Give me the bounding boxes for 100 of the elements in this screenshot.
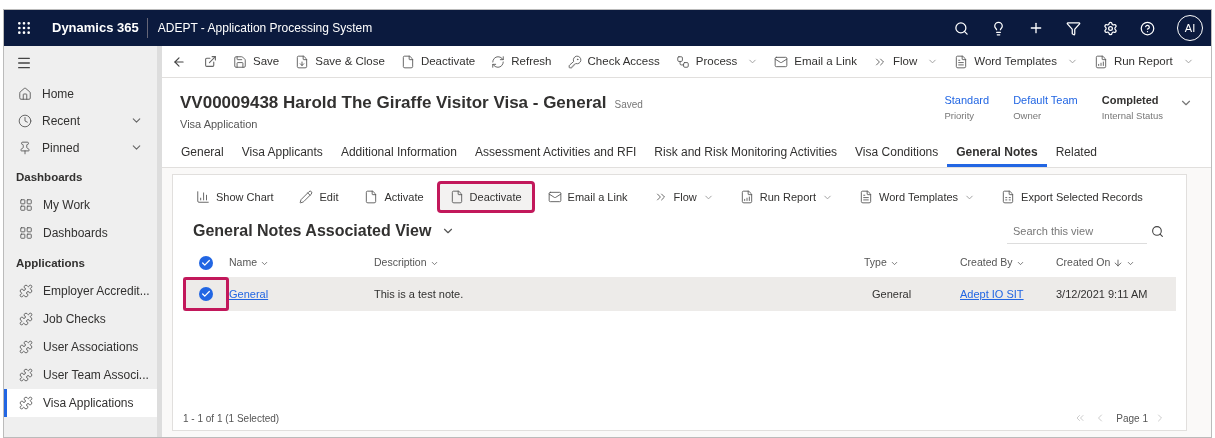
plus-icon[interactable] bbox=[1028, 20, 1044, 36]
puzzle-icon bbox=[19, 340, 33, 354]
puzzle-icon bbox=[19, 284, 33, 298]
nav-item[interactable]: Recent bbox=[4, 107, 157, 134]
column-header[interactable]: Type bbox=[864, 255, 960, 271]
grid-command-button[interactable]: Export Selected Records bbox=[988, 181, 1156, 213]
grid-command-button[interactable]: Email a Link bbox=[534, 181, 641, 213]
help-icon[interactable] bbox=[1140, 20, 1155, 36]
table-row[interactable]: General This is a test note. General Adept IO SIT 3/12/2021 9:11 AM bbox=[183, 277, 1176, 311]
nav-item[interactable]: Pinned bbox=[4, 134, 157, 161]
header-field-value[interactable]: Default Team bbox=[1013, 92, 1078, 109]
nav-item[interactable]: Home bbox=[4, 80, 157, 107]
search-field[interactable]: Search this view bbox=[1007, 218, 1147, 244]
grid-command-button[interactable]: Edit bbox=[286, 181, 352, 213]
command-button[interactable]: Save bbox=[225, 46, 288, 77]
sidebar-item[interactable]: Visa Applications bbox=[4, 389, 157, 417]
filter-icon[interactable] bbox=[1066, 20, 1081, 36]
report-icon bbox=[1093, 54, 1108, 69]
search-icon[interactable] bbox=[954, 20, 969, 36]
key-icon bbox=[567, 54, 582, 69]
section-heading: Applications bbox=[15, 256, 86, 272]
back-icon[interactable] bbox=[172, 54, 186, 69]
command-button[interactable]: Email a Link bbox=[766, 46, 865, 77]
grid-command-button[interactable]: Deactivate bbox=[436, 181, 535, 213]
app-launcher-icon[interactable] bbox=[16, 20, 32, 36]
doc-icon bbox=[449, 190, 464, 204]
search-icon[interactable] bbox=[1151, 224, 1164, 238]
settings-icon[interactable] bbox=[1103, 20, 1118, 36]
sidebar-item[interactable]: User Associations bbox=[4, 333, 157, 361]
header-field-label: Owner bbox=[1013, 108, 1043, 123]
mail-icon bbox=[774, 54, 789, 69]
sidebar-item[interactable]: User Team Associ... bbox=[4, 361, 157, 389]
tab[interactable]: Visa Applicants bbox=[232, 139, 332, 167]
sidebar-item[interactable]: Dashboards bbox=[4, 219, 157, 247]
table-cell: This is a test note. bbox=[374, 287, 464, 300]
grid-command-button[interactable]: Show Chart bbox=[183, 181, 287, 213]
puzzle-icon bbox=[19, 368, 33, 382]
refresh-icon bbox=[491, 54, 506, 69]
header-field-value: Completed bbox=[1101, 93, 1160, 108]
recent-icon bbox=[18, 113, 32, 128]
command-button[interactable]: Refresh bbox=[483, 46, 560, 77]
record-title: VV00009438 Harold The Giraffe Visitor Visa - General bbox=[180, 92, 607, 114]
sidebar-item[interactable]: Job Checks bbox=[4, 305, 157, 333]
pinned-icon bbox=[18, 140, 32, 155]
command-button[interactable]: Save & Close bbox=[287, 46, 393, 77]
check-icon bbox=[201, 258, 211, 268]
tab[interactable]: Related bbox=[1046, 139, 1106, 167]
command-button[interactable]: Process bbox=[667, 46, 767, 77]
report-icon bbox=[739, 190, 754, 204]
tab[interactable]: General bbox=[172, 139, 233, 167]
header-field-value[interactable]: Standard bbox=[944, 92, 990, 109]
tab[interactable]: Visa Conditions bbox=[846, 139, 948, 167]
command-button[interactable]: Flow bbox=[864, 46, 947, 77]
tab[interactable]: General Notes bbox=[947, 139, 1047, 167]
save-icon bbox=[233, 54, 247, 69]
edit-icon bbox=[299, 190, 314, 204]
header-field-label: Internal Status bbox=[1101, 108, 1163, 123]
sidebar-item[interactable]: Employer Accredit... bbox=[4, 277, 157, 305]
select-all-checkbox[interactable] bbox=[199, 256, 213, 270]
doc-icon bbox=[364, 190, 379, 204]
table-cell: 3/12/2021 9:11 AM bbox=[1056, 287, 1148, 300]
tab[interactable]: Risk and Risk Monitoring Activities bbox=[645, 139, 847, 167]
grid-icon bbox=[19, 198, 33, 212]
grid-command-button[interactable]: Word Templates bbox=[846, 181, 989, 213]
sort-arrow-icon bbox=[1113, 258, 1124, 268]
row-checkbox-cell[interactable] bbox=[183, 277, 229, 311]
column-header[interactable]: Name bbox=[229, 255, 374, 271]
cell-link[interactable]: General bbox=[229, 287, 269, 300]
row-checkbox[interactable] bbox=[199, 287, 213, 301]
command-button[interactable]: Run Report bbox=[1085, 46, 1202, 77]
check-icon bbox=[201, 289, 211, 299]
command-button[interactable]: Check Access bbox=[559, 46, 668, 77]
tab[interactable]: Additional Information bbox=[331, 139, 466, 167]
popout-icon[interactable] bbox=[204, 55, 217, 68]
grid-command-button[interactable]: Flow bbox=[640, 181, 727, 213]
command-button[interactable]: Word Templates bbox=[946, 46, 1086, 77]
app-name[interactable]: Dynamics 365 bbox=[44, 18, 147, 38]
column-header[interactable]: Created By bbox=[960, 255, 1056, 271]
sidebar-item[interactable]: My Work bbox=[4, 191, 157, 219]
lightbulb-icon[interactable] bbox=[991, 20, 1006, 36]
grid-command-button[interactable]: Activate bbox=[351, 181, 437, 213]
tab[interactable]: Assessment Activities and RFI bbox=[465, 139, 646, 167]
grid-command-button[interactable]: Run Report bbox=[726, 181, 846, 213]
header-field-label: Priority bbox=[944, 108, 976, 123]
command-button[interactable]: Deactivate bbox=[392, 46, 484, 77]
column-header[interactable]: Created On bbox=[1056, 255, 1176, 271]
record-count: 1 - 1 of 1 (1 Selected) bbox=[183, 411, 280, 426]
entity-name: Visa Application bbox=[180, 116, 259, 132]
menu-icon[interactable] bbox=[16, 55, 32, 71]
puzzle-icon bbox=[19, 312, 33, 326]
doc-icon bbox=[400, 54, 415, 69]
app-title: ADEPT - Application Processing System bbox=[156, 20, 374, 37]
view-title[interactable]: General Notes Associated View bbox=[183, 219, 432, 243]
home-icon bbox=[18, 86, 32, 101]
column-header[interactable]: Description bbox=[374, 255, 864, 271]
cell-link[interactable]: Adept IO SIT bbox=[960, 287, 1024, 300]
table-cell: General bbox=[872, 287, 912, 300]
grid-icon bbox=[19, 226, 33, 240]
page-number: Page 1 bbox=[1116, 411, 1148, 426]
section-heading: Dashboards bbox=[15, 170, 84, 186]
